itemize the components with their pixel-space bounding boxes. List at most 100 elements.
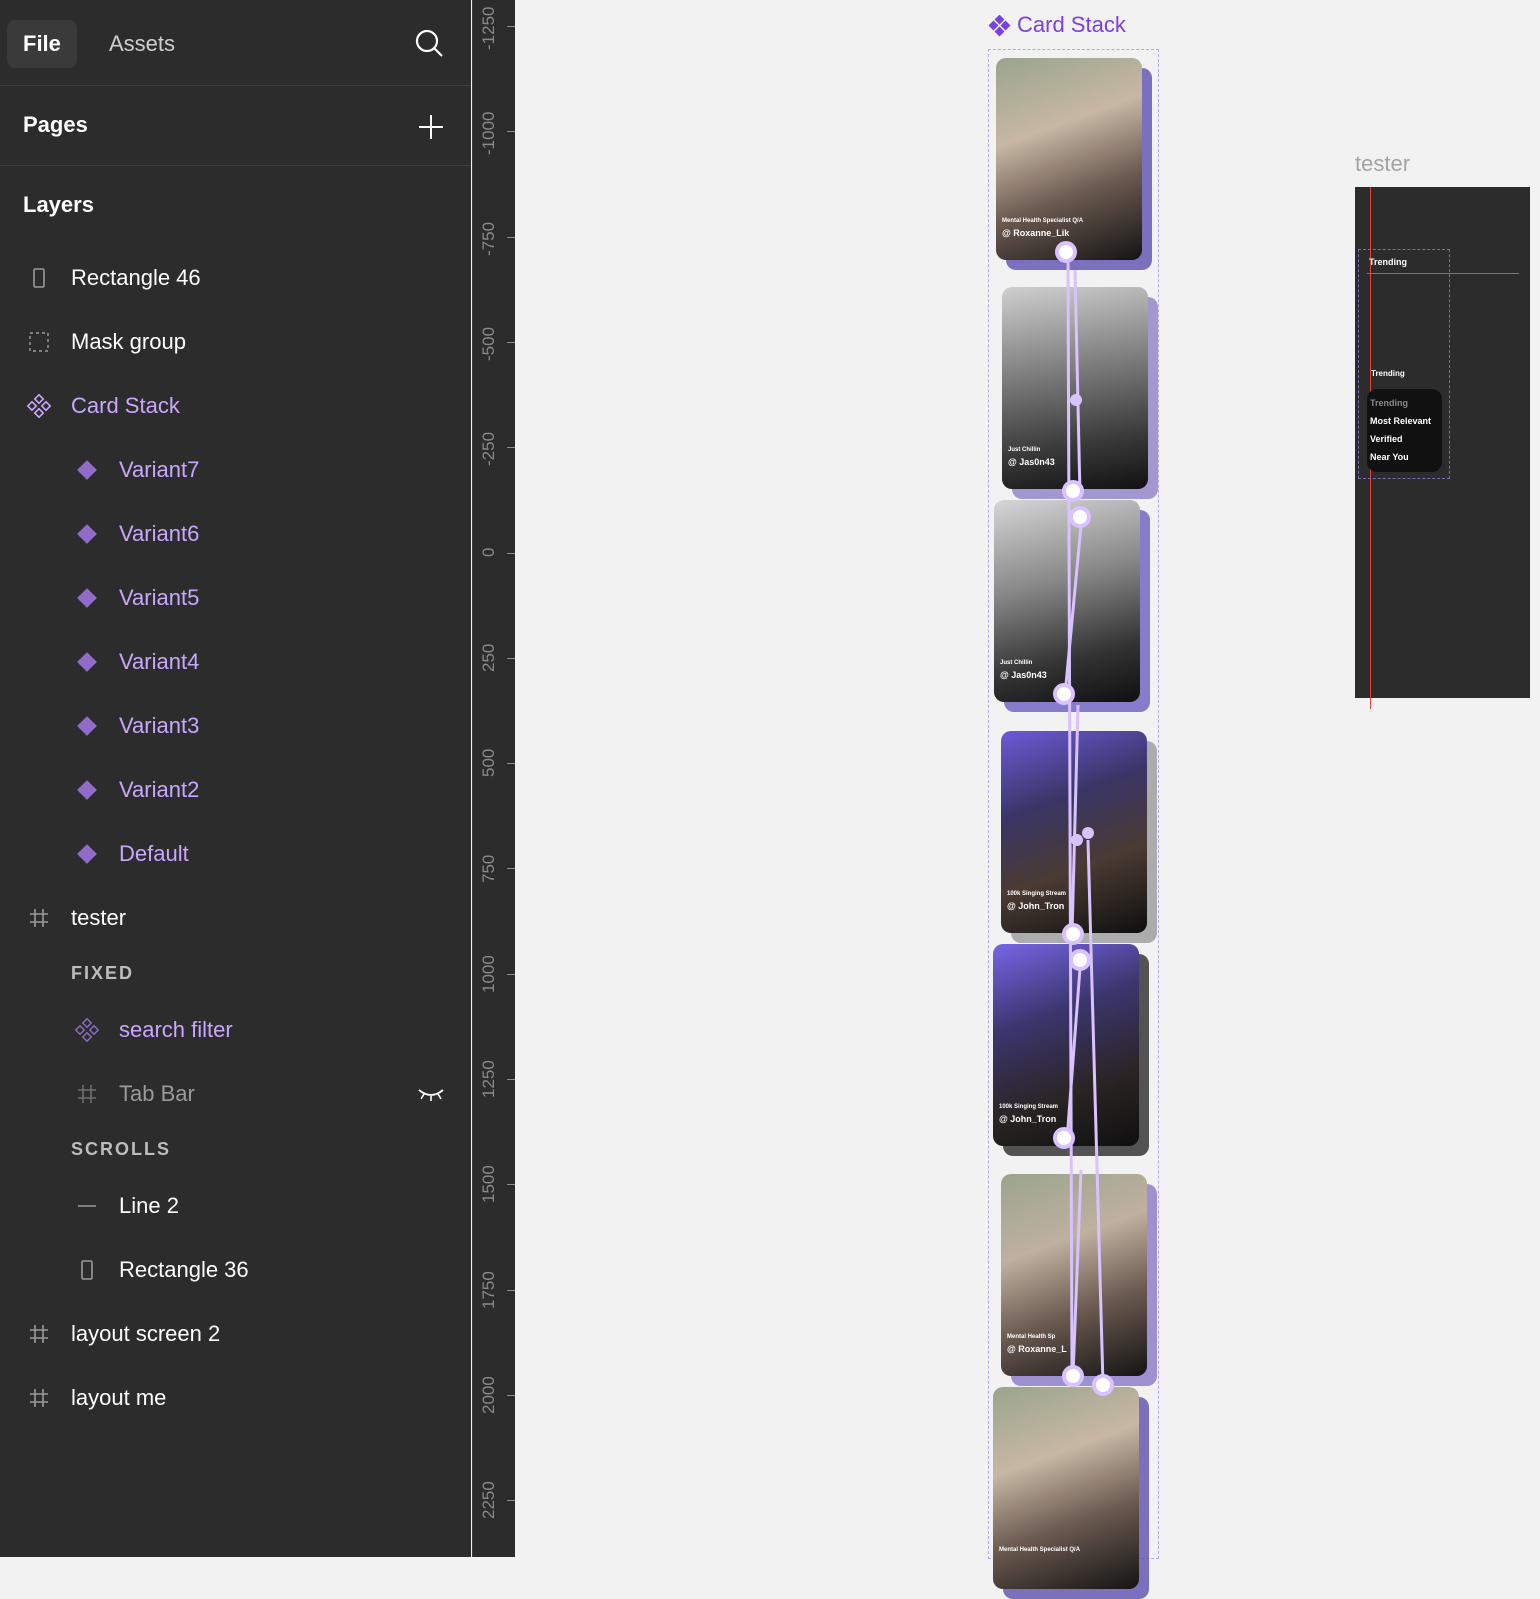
filter-dropdown: Trending Most Relevant Verified Near You	[1367, 389, 1442, 472]
variant-icon	[77, 716, 97, 736]
prototype-connector	[1070, 704, 1080, 936]
pages-section: Pages	[0, 86, 471, 166]
prototype-node[interactable]	[1069, 506, 1091, 528]
prototype-joint	[1070, 394, 1082, 406]
dropdown-option[interactable]: Trending	[1370, 398, 1408, 408]
layer-label: Tab Bar	[119, 1081, 195, 1106]
layer-row[interactable]: Tab Bar	[0, 1074, 471, 1114]
layer-label: Variant3	[119, 713, 200, 738]
prototype-node[interactable]	[1053, 1127, 1075, 1149]
pages-title: Pages	[23, 112, 88, 137]
variant-icon	[77, 844, 97, 864]
ruler-label: -750	[479, 221, 498, 256]
prototype-connector	[1073, 269, 1082, 496]
layer-row[interactable]: Mask group	[0, 322, 471, 362]
layer-label: Default	[119, 841, 189, 866]
layer-label: Rectangle 46	[71, 265, 201, 290]
frame-icon	[30, 1389, 48, 1407]
section-fixed: FIXED	[71, 963, 135, 983]
component-instance-icon	[75, 1018, 99, 1042]
layer-row[interactable]: Variant2	[0, 770, 471, 810]
ruler-label: 250	[479, 643, 498, 673]
prototype-node[interactable]	[1092, 1374, 1114, 1396]
layer-row[interactable]: Card Stack	[0, 386, 471, 426]
layer-label: Variant6	[119, 521, 200, 546]
ruler-tick	[507, 26, 515, 27]
tester-divider	[1367, 273, 1519, 274]
variant-icon	[77, 652, 97, 672]
dropdown-option[interactable]: Verified	[1370, 434, 1403, 444]
layers-panel: File Assets Pages Layers Rectangle 46 Mas…	[0, 0, 471, 1557]
add-page-icon[interactable]	[417, 113, 445, 141]
layer-row[interactable]: tester	[0, 898, 471, 938]
prototype-node[interactable]	[1062, 923, 1084, 945]
variant-icon	[77, 588, 97, 608]
tab-file[interactable]: File	[7, 20, 77, 68]
section-scrolls: SCROLLS	[71, 1139, 172, 1159]
search-icon[interactable]	[413, 27, 445, 59]
layer-row[interactable]: Variant3	[0, 706, 471, 746]
layer-label: Variant2	[119, 777, 200, 802]
prototype-node[interactable]	[1062, 480, 1084, 502]
ruler-label: 1500	[479, 1165, 498, 1204]
tester-frame[interactable]: Trending Trending Trending Most Relevant…	[1355, 187, 1530, 709]
prototype-connector	[1066, 249, 1074, 1381]
variant-icon	[77, 524, 97, 544]
frame-icon	[78, 1085, 96, 1103]
layer-label: Mask group	[71, 329, 186, 354]
tab-assets[interactable]: Assets	[93, 20, 191, 68]
ruler-label: -1000	[479, 111, 498, 156]
ruler-tick	[507, 131, 515, 133]
panel-topbar: File Assets	[0, 0, 471, 86]
prototype-node[interactable]	[1053, 683, 1075, 705]
ruler-label: 750	[479, 854, 498, 883]
ruler-label: 1750	[479, 1270, 498, 1309]
ruler-tick	[507, 341, 515, 343]
layer-label: Line 2	[119, 1193, 179, 1218]
layer-row[interactable]: Variant5	[0, 578, 471, 618]
tester-chip[interactable]: Trending	[1371, 369, 1405, 378]
layer-row[interactable]: Line 2	[0, 1186, 471, 1226]
component-set-icon	[27, 394, 51, 418]
ruler-tick	[507, 1500, 515, 1502]
ruler-tick	[507, 1394, 515, 1396]
rectangle-icon	[33, 268, 45, 288]
layer-row[interactable]: Rectangle 46	[0, 258, 471, 298]
canvas[interactable]: Card Stack Mental Health Specialist Q/A @…	[515, 0, 1540, 1599]
ruler-tick	[507, 1079, 515, 1080]
layer-row[interactable]: Variant4	[0, 642, 471, 682]
ruler-label: -1250	[479, 6, 498, 50]
ruler-tick	[507, 552, 515, 554]
layer-row[interactable]: layout me	[0, 1378, 471, 1418]
prototype-node[interactable]	[1069, 949, 1091, 971]
line-icon	[78, 1205, 96, 1207]
ruler-tick	[507, 657, 515, 659]
layer-row[interactable]: search filter	[0, 1010, 471, 1050]
prototype-node[interactable]	[1055, 241, 1077, 263]
tester-label[interactable]: tester	[1355, 151, 1410, 177]
layer-row[interactable]: Rectangle 36	[0, 1250, 471, 1290]
dropdown-option[interactable]: Most Relevant	[1370, 416, 1431, 426]
prototype-joint	[1082, 827, 1094, 839]
tester-header: Trending	[1369, 257, 1407, 267]
ruler-tick	[507, 1289, 515, 1291]
layer-label: layout screen 2	[71, 1321, 221, 1346]
frame-icon	[30, 909, 48, 927]
frame-icon	[30, 1325, 48, 1343]
layer-row[interactable]: layout screen 2	[0, 1314, 471, 1354]
layer-label: Variant7	[119, 457, 200, 482]
variant-icon	[77, 460, 97, 480]
hidden-eye-icon[interactable]	[416, 1084, 446, 1104]
layer-label: Variant4	[119, 649, 200, 674]
ruler-label: 500	[479, 748, 498, 778]
layer-label: Rectangle 36	[119, 1257, 249, 1282]
layer-row[interactable]: Default	[0, 834, 471, 874]
ruler-label: 2000	[479, 1376, 498, 1414]
dropdown-option[interactable]: Near You	[1370, 452, 1409, 462]
prototype-node[interactable]	[1062, 1365, 1084, 1387]
layer-row[interactable]: Variant7	[0, 450, 471, 490]
layers-title: Layers	[23, 192, 94, 217]
ruler-tick	[507, 1184, 515, 1186]
variant-icon	[77, 780, 97, 800]
layer-row[interactable]: Variant6	[0, 514, 471, 554]
